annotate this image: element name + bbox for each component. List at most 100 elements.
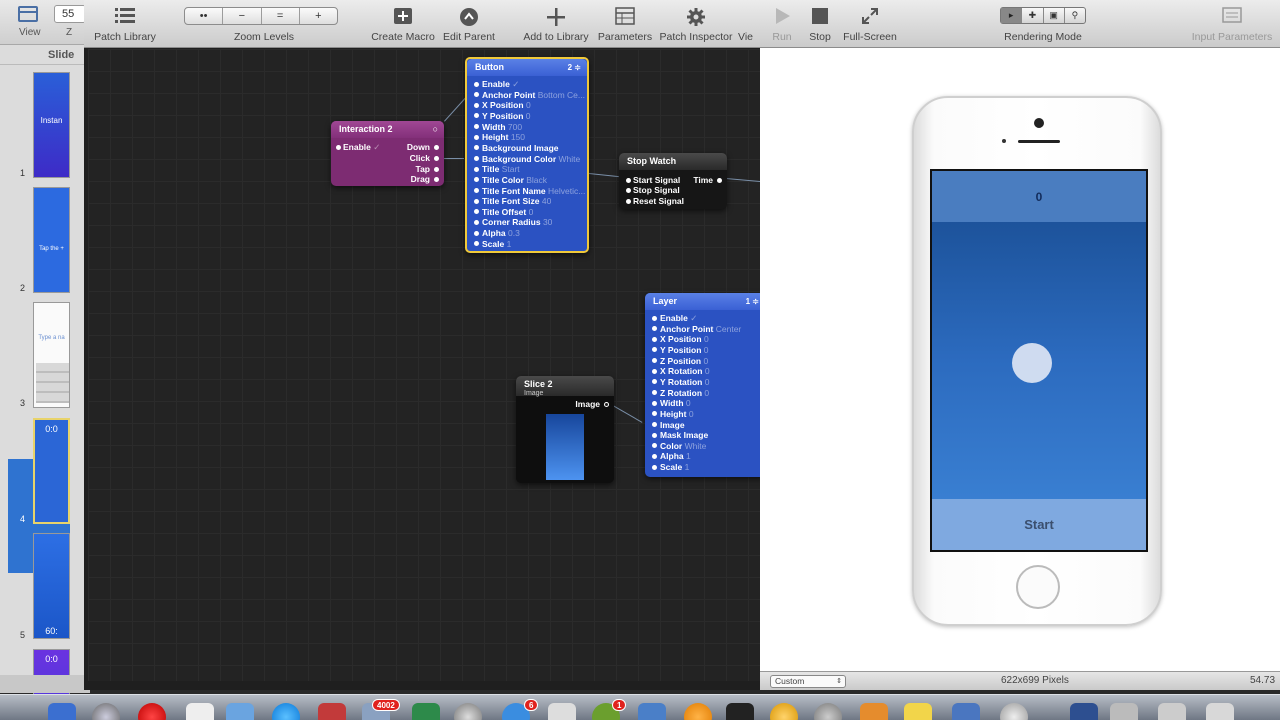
layer-patch-count[interactable]: 1 ≑ [746, 293, 759, 310]
stopwatch-patch-header[interactable]: Stop Watch [619, 153, 727, 170]
input-port-dot[interactable] [474, 198, 479, 204]
patch-options-icon[interactable]: ○ [433, 121, 438, 138]
create-macro-button[interactable]: Create Macro [368, 0, 438, 48]
layer-input-port[interactable]: Width 0 [652, 398, 691, 409]
input-port-dot[interactable] [474, 209, 479, 215]
terminal-icon[interactable] [726, 703, 754, 720]
button-input-port[interactable]: Title Color Black [474, 175, 547, 186]
edit-parent-button[interactable]: Edit Parent [438, 0, 500, 48]
input-port-dot[interactable] [474, 124, 479, 130]
layer-input-port[interactable]: Scale 1 [652, 462, 689, 473]
ibooks-icon[interactable] [860, 703, 888, 720]
input-port-dot[interactable] [474, 177, 479, 183]
input-port-dot[interactable] [336, 144, 341, 150]
patch-canvas[interactable]: Interaction 2 ○ Enable ✓ Down Click Tap … [88, 49, 760, 681]
xcode-icon[interactable] [226, 703, 254, 720]
fullscreen-button[interactable]: Full-Screen [840, 0, 900, 48]
output-port-dot[interactable] [434, 155, 439, 161]
stopwatch-input-stop[interactable]: Stop Signal [626, 185, 680, 196]
button-input-port[interactable]: Height 150 [474, 132, 525, 143]
input-port-dot[interactable] [652, 464, 657, 470]
button-input-port[interactable]: Corner Radius 30 [474, 217, 552, 228]
input-port-dot[interactable] [474, 241, 479, 247]
input-port-dot[interactable] [652, 379, 657, 385]
start-button[interactable]: Start [932, 499, 1146, 550]
input-port-dot[interactable] [474, 102, 479, 108]
slice-patch[interactable]: Slice 2 Image Image [516, 376, 614, 483]
input-port-dot[interactable] [474, 219, 479, 225]
layer-input-port[interactable]: Mask Image [652, 430, 708, 441]
stop-button[interactable]: Stop [804, 0, 836, 48]
layer-input-port[interactable]: Enable ✓ [652, 313, 697, 324]
input-port-dot[interactable] [652, 432, 657, 438]
slide-thumbnail-3[interactable]: Type a na [33, 302, 70, 408]
input-port-dot[interactable] [652, 358, 657, 364]
interaction-patch-header[interactable]: Interaction 2 ○ [331, 121, 444, 138]
input-port-dot[interactable] [652, 453, 657, 459]
button-input-port[interactable]: Title Start [474, 164, 520, 175]
input-port-dot[interactable] [652, 422, 657, 427]
layer-input-port[interactable]: Y Position 0 [652, 345, 709, 356]
view-icon[interactable] [18, 6, 38, 22]
layer-patch-header[interactable]: Layer 1 ≑ [645, 293, 760, 310]
messages-icon[interactable] [412, 703, 440, 720]
preview-icon[interactable] [548, 703, 576, 720]
layer-input-port[interactable]: Anchor Point Center [652, 324, 741, 335]
input-port-dot[interactable] [474, 134, 479, 140]
calendar-icon[interactable] [186, 703, 214, 720]
input-port-dot[interactable] [652, 390, 657, 396]
chrome-icon[interactable] [138, 703, 166, 720]
keynote-zoom-field[interactable]: 55 [54, 5, 86, 23]
slide-thumbnail-4[interactable]: 0:0 [33, 418, 70, 524]
quartz-composer-icon[interactable] [770, 703, 798, 720]
input-port-dot[interactable] [474, 81, 479, 87]
button-patch-header[interactable]: Button 2 ≑ [467, 59, 587, 76]
button-patch[interactable]: Button 2 ≑ Enable ✓ Anchor Point Bottom C… [465, 57, 589, 253]
layer-input-port[interactable]: Color White [652, 441, 706, 452]
interaction-output-click[interactable]: Click [410, 153, 439, 164]
interaction-output-drag[interactable]: Drag [411, 174, 439, 185]
input-port-dot[interactable] [652, 443, 657, 449]
slide-thumbnail-2[interactable]: Tap the + [33, 187, 70, 293]
output-port-dot[interactable] [434, 166, 439, 172]
downloads-folder-icon[interactable] [1070, 703, 1098, 720]
input-port-dot[interactable] [652, 368, 657, 374]
button-input-port[interactable]: Y Position 0 [474, 111, 531, 122]
interaction-output-down[interactable]: Down [407, 142, 439, 153]
button-input-port[interactable]: Background Image [474, 143, 559, 154]
screenshots-stack-icon[interactable] [1158, 703, 1186, 720]
system-preferences-icon[interactable] [454, 703, 482, 720]
slide-thumbnail-5[interactable]: 60: [33, 533, 70, 639]
keynote-icon[interactable] [638, 703, 666, 720]
layer-input-port[interactable]: X Rotation 0 [652, 366, 710, 377]
output-port-dot[interactable] [434, 176, 439, 182]
interaction-patch[interactable]: Interaction 2 ○ Enable ✓ Down Click Tap … [331, 121, 444, 186]
stopwatch-output-time[interactable]: Time [693, 175, 722, 186]
stopwatch-patch[interactable]: Stop Watch Start Signal Stop Signal Rese… [619, 153, 727, 209]
button-input-port[interactable]: Background Color White [474, 154, 580, 165]
time-machine-icon[interactable] [1000, 703, 1028, 720]
button-input-port[interactable]: Enable ✓ [474, 79, 519, 90]
input-port-dot[interactable] [652, 400, 657, 406]
output-port-dot[interactable] [717, 177, 722, 183]
interaction-input-enable[interactable]: Enable ✓ [336, 142, 380, 153]
button-input-port[interactable]: Anchor Point Bottom Ce... [474, 90, 585, 101]
input-port-dot[interactable] [652, 411, 657, 417]
input-port-dot[interactable] [652, 315, 657, 321]
patch-library-button[interactable]: Patch Library [88, 0, 162, 48]
input-port-dot[interactable] [474, 188, 479, 193]
home-button[interactable] [1016, 565, 1060, 609]
layer-input-port[interactable]: Z Position 0 [652, 356, 708, 367]
output-port-dot[interactable] [604, 401, 609, 407]
trash-icon[interactable] [1206, 703, 1234, 720]
folder-icon[interactable] [952, 703, 980, 720]
input-port-dot[interactable] [474, 166, 479, 172]
button-input-port[interactable]: Title Font Name Helvetic... [474, 186, 585, 197]
input-port-dot[interactable] [474, 156, 479, 162]
vlc-icon[interactable] [684, 703, 712, 720]
dashboard-icon[interactable] [814, 703, 842, 720]
layer-input-port[interactable]: Alpha 1 [652, 451, 691, 462]
button-input-port[interactable]: Width 700 [474, 122, 522, 133]
finder-icon[interactable] [48, 703, 76, 720]
slide-thumbnail-1[interactable]: Instan [33, 72, 70, 178]
